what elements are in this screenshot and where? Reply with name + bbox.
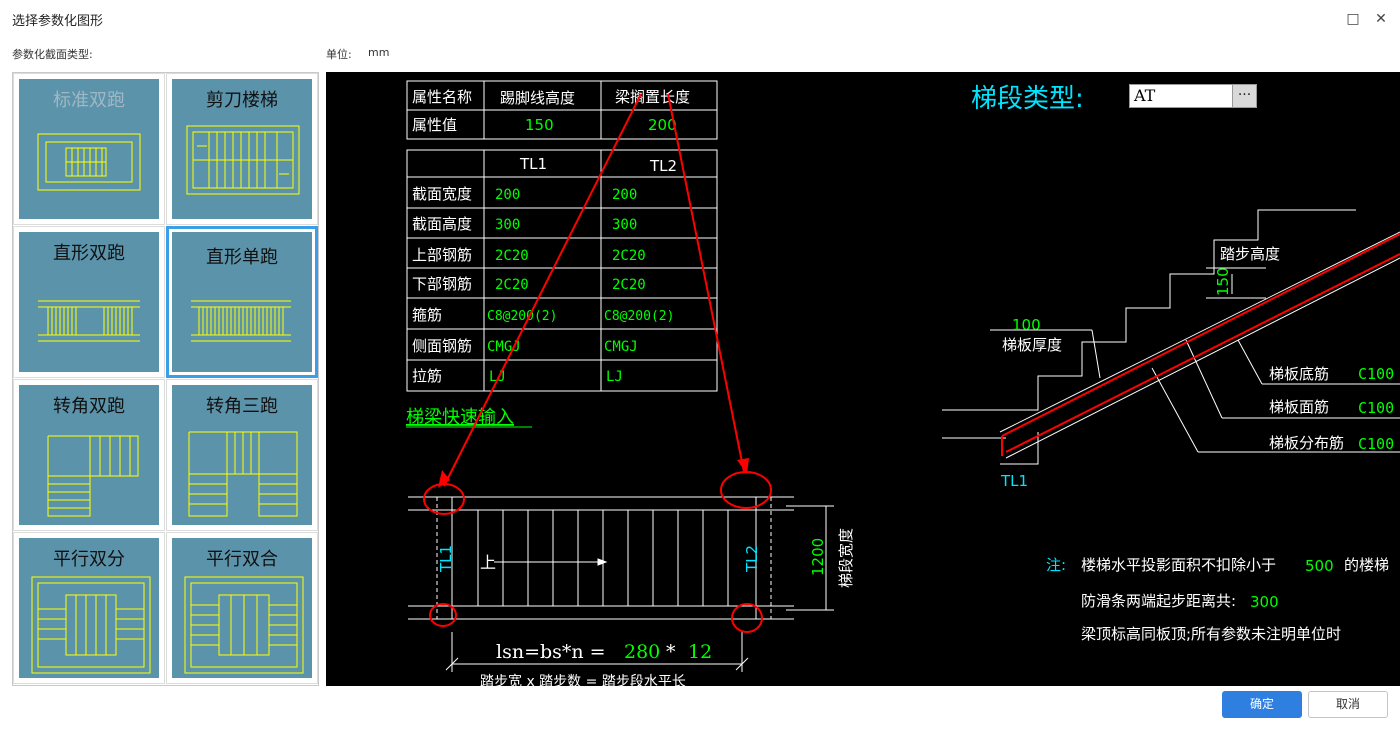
top-bar-value[interactable]: C100 [1358, 399, 1394, 417]
beam-row-label: 侧面钢筋 [412, 337, 472, 355]
step-height-label: 踏步高度 [1220, 245, 1280, 263]
bottom-bar-value[interactable]: C100 [1358, 365, 1394, 383]
beam-row-label: 截面高度 [412, 215, 472, 233]
corner-triple-run-icon [188, 431, 298, 517]
slab-thickness-value[interactable]: 100 [1012, 316, 1041, 334]
dist-bar-value[interactable]: C100 [1358, 435, 1394, 453]
annotation-marks [423, 93, 772, 633]
note-line1-value[interactable]: 500 [1305, 557, 1334, 575]
stair-type-more-button[interactable]: ··· [1232, 84, 1257, 108]
prop-header-kick: 踢脚线高度 [500, 89, 575, 107]
beam-cell[interactable]: 2C20 [612, 248, 646, 264]
cad-drawing: 属性名称 踢脚线高度 梁搁置长度 属性值 150 200 TL1 TL2 截面宽… [406, 80, 1400, 686]
plan-width-value[interactable]: 1200 [809, 538, 827, 576]
beam-cell[interactable]: CMGJ [604, 339, 638, 355]
beam-cell[interactable]: 300 [612, 217, 637, 233]
beam-col-tl1: TL1 [519, 155, 547, 173]
beam-cell[interactable]: 2C20 [612, 277, 646, 293]
prop-header-name: 属性名称 [412, 88, 472, 106]
tile-standard-double-run[interactable]: 标准双跑 [13, 73, 165, 225]
plan-drawing [408, 496, 834, 672]
stair-type-label: 梯段类型: [971, 84, 1084, 114]
slab-thickness-label: 梯板厚度 [1002, 336, 1062, 354]
dialog-window: 选择参数化图形 □ ✕ 参数化截面类型: 单位: mm 标准双跑 剪刀楼梯 直形… [0, 0, 1400, 730]
prop-header-rest: 梁搁置长度 [615, 88, 690, 106]
note-line2-value[interactable]: 300 [1250, 593, 1279, 611]
beam-cell[interactable]: 300 [495, 217, 520, 233]
top-bar-label: 梯板面筋 [1269, 398, 1329, 416]
tile-straight-single-run[interactable]: 直形单跑 [166, 226, 318, 378]
tile-parallel-split[interactable]: 平行双分 [13, 532, 165, 684]
bottom-bar-label: 梯板底筋 [1269, 365, 1329, 383]
prop-value-label: 属性值 [412, 116, 457, 134]
tile-straight-double-run[interactable]: 直形双跑 [13, 226, 165, 378]
tile-scissor-stair[interactable]: 剪刀楼梯 [166, 73, 318, 225]
quick-input-link[interactable]: 梯梁快速输入 [406, 407, 514, 428]
restore-icon[interactable]: □ [1342, 8, 1364, 30]
formula-star: * [666, 641, 676, 663]
ok-button[interactable]: 确定 [1222, 691, 1302, 718]
note-prefix: 注: [1046, 556, 1066, 574]
beam-row-label: 截面宽度 [412, 185, 472, 203]
standard-double-run-icon [37, 133, 141, 191]
dialog-title: 选择参数化图形 [12, 14, 104, 29]
plan-tl2: TL2 [743, 545, 761, 573]
shape-gallery: 标准双跑 剪刀楼梯 直形双跑 直形单跑 转角双跑 转角三跑 平行双分 平行双合 [12, 72, 319, 686]
cad-preview-canvas: 属性名称 踢脚线高度 梁搁置长度 属性值 150 200 TL1 TL2 截面宽… [326, 72, 1400, 686]
plan-up-label: 上 [480, 553, 496, 572]
stair-type-field[interactable]: AT [1129, 84, 1235, 108]
formula-bs[interactable]: 280 [624, 641, 660, 663]
prop-value-kick[interactable]: 150 [525, 116, 554, 134]
beam-col-tl2: TL2 [649, 157, 677, 175]
note-line1-a: 楼梯水平投影面积不扣除小于 [1081, 556, 1276, 574]
beam-row-label: 箍筋 [412, 306, 442, 324]
straight-double-run-icon [38, 300, 140, 342]
plan-formula: lsn=bs*n = 280 * 12 [496, 641, 712, 663]
beam-cell[interactable]: LJ [489, 369, 506, 385]
beam-cell[interactable]: C8@200(2) [487, 309, 557, 324]
beam-cell[interactable]: 2C20 [495, 248, 529, 264]
beam-cell[interactable]: 2C20 [495, 277, 529, 293]
unit-value: mm [368, 46, 390, 59]
beam-row-label: 拉筋 [412, 367, 442, 385]
beam-cell[interactable]: 200 [612, 187, 637, 203]
dist-bar-label: 梯板分布筋 [1269, 434, 1344, 452]
beam-cell[interactable]: 200 [495, 187, 520, 203]
plan-width-label: 梯段宽度 [837, 528, 855, 588]
note-line1-b: 的楼梯 [1344, 556, 1389, 574]
parallel-merge-icon [184, 576, 304, 674]
notes: 注: 楼梯水平投影面积不扣除小于 500 的楼梯 防滑条两端起步距离共: 300… [1046, 556, 1389, 643]
scissor-stair-icon [186, 125, 300, 195]
plan-tl1: TL1 [437, 545, 455, 573]
beam-cell[interactable]: LJ [606, 369, 623, 385]
section-tl1: TL1 [1000, 472, 1028, 490]
title-bar: 选择参数化图形 □ ✕ [0, 0, 1400, 38]
formula-caption: 踏步宽 x 踏步数 = 踏步段水平长 [480, 673, 686, 686]
tile-parallel-merge[interactable]: 平行双合 [166, 532, 318, 684]
beam-row-label: 上部钢筋 [412, 246, 472, 264]
cancel-button[interactable]: 取消 [1308, 691, 1388, 718]
close-icon[interactable]: ✕ [1370, 8, 1392, 30]
tile-corner-double-run[interactable]: 转角双跑 [13, 379, 165, 531]
corner-double-run-icon [47, 435, 139, 517]
section-type-label: 参数化截面类型: [12, 48, 93, 61]
step-height-value[interactable]: 150 [1214, 267, 1232, 296]
note-line3: 梁顶标高同板顶;所有参数未注明单位时 [1081, 625, 1341, 643]
formula-prefix: lsn=bs*n = [496, 641, 606, 663]
straight-single-run-icon [191, 300, 291, 342]
beam-cell[interactable]: C8@200(2) [604, 309, 674, 324]
parallel-split-icon [31, 576, 151, 674]
unit-label: 单位: [326, 48, 352, 61]
beam-table-values: 200 200 300 300 2C20 2C20 2C20 2C20 C8@2… [487, 187, 674, 385]
section-labels: 踏步高度 150 100 梯板厚度 梯板底筋 C100 梯板面筋 C100 梯板… [1000, 245, 1394, 490]
formula-n[interactable]: 12 [688, 641, 712, 663]
tile-corner-triple-run[interactable]: 转角三跑 [166, 379, 318, 531]
note-line2: 防滑条两端起步距离共: [1081, 592, 1236, 610]
beam-row-label: 下部钢筋 [412, 275, 472, 293]
